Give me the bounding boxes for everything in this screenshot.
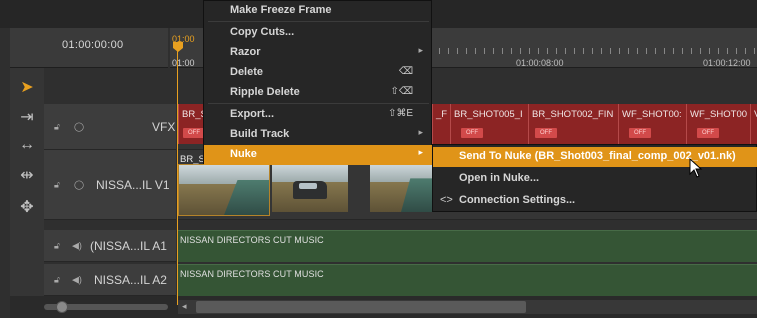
menu-item-label: Copy Cuts... bbox=[230, 26, 295, 38]
status-badge: OFF bbox=[629, 128, 651, 138]
shortcut-label: ⌫ bbox=[398, 66, 413, 77]
app-window: 01:00:00:00 01:00:08:00 01:00:12:00 01:0… bbox=[0, 0, 757, 318]
speaker-icon[interactable]: ◀) bbox=[72, 274, 82, 285]
playhead-time-lower: 01:00 bbox=[172, 58, 195, 68]
menu-item-build-track[interactable]: Build Track ▸ bbox=[204, 125, 433, 145]
context-menu: Make Freeze Frame Copy Cuts... Razor ▸ D… bbox=[203, 0, 433, 165]
vfx-clip[interactable]: WF_SHOT00 OFF bbox=[686, 104, 750, 144]
submenu-item-label: Connection Settings... bbox=[459, 194, 576, 206]
clip-label: BR_S bbox=[182, 109, 204, 120]
lock-icon[interactable]: 🔓︎ bbox=[54, 274, 60, 285]
clip-label: BR_SHOT005_I bbox=[454, 109, 523, 120]
selection-tool-icon[interactable]: ➤ bbox=[16, 76, 38, 98]
vfx-clip[interactable]: BR_SHOT002_FIN OFF bbox=[528, 104, 618, 144]
menu-item-nuke[interactable]: Nuke ▸ bbox=[204, 145, 433, 165]
menu-separator bbox=[208, 21, 429, 22]
submenu-item-connection-settings[interactable]: <> Connection Settings... bbox=[433, 191, 757, 211]
submenu-item-label: Open in Nuke... bbox=[459, 172, 540, 184]
video-thumbnail[interactable] bbox=[178, 164, 270, 216]
mouse-cursor-icon bbox=[689, 158, 703, 178]
menu-item-copy-cuts[interactable]: Copy Cuts... bbox=[204, 23, 433, 43]
audio-clip-label: NISSAN DIRECTORS CUT MUSIC bbox=[180, 269, 324, 279]
shortcut-label: ⇧⌘E bbox=[387, 108, 413, 119]
track-select-tool-icon[interactable]: ⇥ bbox=[16, 106, 38, 128]
vfx-clip[interactable]: _F bbox=[432, 104, 450, 144]
slip-tool-icon[interactable]: ✥ bbox=[16, 196, 38, 218]
menu-item-label: Ripple Delete bbox=[230, 86, 300, 98]
eye-icon[interactable]: ◯ bbox=[74, 121, 84, 132]
timecode-display[interactable]: 01:00:00:00 bbox=[62, 39, 123, 51]
vfx-clip[interactable]: V bbox=[750, 104, 757, 144]
video-thumbnail[interactable] bbox=[370, 164, 432, 212]
menu-item-label: Razor bbox=[230, 46, 261, 58]
clip-label: _F bbox=[436, 109, 448, 120]
track-header-a2[interactable]: 🔓︎ ◀) NISSA...IL A2 bbox=[44, 264, 176, 296]
eye-icon[interactable]: ◯ bbox=[74, 179, 84, 190]
nuke-submenu: Send To Nuke (BR_Shot003_final_comp_002_… bbox=[432, 144, 757, 212]
clip-label: BR_S bbox=[180, 154, 205, 165]
status-badge: OFF bbox=[461, 128, 483, 138]
track-name-v1: NISSA...IL V1 bbox=[96, 177, 170, 192]
razor-tool-icon[interactable]: ⇹ bbox=[16, 164, 38, 186]
shortcut-label: ⇧⌫ bbox=[390, 86, 413, 97]
audio-clip-label: NISSAN DIRECTORS CUT MUSIC bbox=[180, 235, 324, 245]
status-badge: OFF bbox=[535, 128, 557, 138]
playhead-line bbox=[177, 50, 178, 305]
track-name-a1: (NISSA...IL A1 bbox=[90, 238, 167, 253]
speaker-icon[interactable]: ◀) bbox=[72, 240, 82, 251]
status-badge: OFF bbox=[183, 128, 204, 138]
lock-icon[interactable]: 🔓︎ bbox=[54, 179, 60, 190]
submenu-item-open-in-nuke[interactable]: Open in Nuke... bbox=[433, 169, 757, 189]
menu-item-label: Make Freeze Frame bbox=[230, 4, 332, 16]
menu-item-delete[interactable]: Delete ⌫ bbox=[204, 63, 433, 83]
menu-item-label: Nuke bbox=[230, 148, 257, 160]
menu-item-label: Delete bbox=[230, 66, 264, 78]
submenu-arrow-icon: ▸ bbox=[418, 45, 423, 55]
video-thumbnail[interactable] bbox=[272, 164, 348, 212]
menu-item-ripple-delete[interactable]: Ripple Delete ⇧⌫ bbox=[204, 83, 433, 103]
track-name-a2: NISSA...IL A2 bbox=[94, 272, 167, 287]
code-brackets-icon: <> bbox=[440, 194, 453, 206]
menu-item-export[interactable]: Export... ⇧⌘E bbox=[204, 105, 433, 125]
track-header-vfx[interactable]: 🔓︎ ◯ VFX bbox=[44, 104, 176, 150]
submenu-arrow-icon: ▸ bbox=[418, 127, 423, 137]
ruler-ticks bbox=[430, 48, 757, 54]
vfx-clip[interactable]: BR_SHOT005_I OFF bbox=[450, 104, 528, 144]
menu-item-razor[interactable]: Razor ▸ bbox=[204, 43, 433, 63]
lock-icon[interactable]: 🔓︎ bbox=[54, 121, 60, 132]
status-badge: OFF bbox=[697, 128, 719, 138]
menu-item-label: Export... bbox=[230, 108, 275, 120]
clip-label: WF_SHOT00 bbox=[690, 109, 748, 120]
menu-separator bbox=[208, 103, 429, 104]
clip-label: WF_SHOT00: bbox=[622, 109, 682, 120]
menu-item-make-freeze-frame[interactable]: Make Freeze Frame bbox=[204, 1, 433, 21]
submenu-item-send-to-nuke[interactable]: Send To Nuke (BR_Shot003_final_comp_002_… bbox=[433, 147, 757, 167]
track-header-a1[interactable]: 🔓︎ ◀) (NISSA...IL A1 bbox=[44, 230, 176, 262]
zoom-slider-knob[interactable] bbox=[56, 301, 68, 313]
ruler-label-8s: 01:00:08:00 bbox=[516, 58, 564, 68]
submenu-arrow-icon: ▸ bbox=[418, 147, 423, 157]
scrollbar-thumb[interactable] bbox=[196, 301, 526, 313]
scroll-left-icon[interactable]: ◂ bbox=[182, 301, 187, 312]
ripple-edit-tool-icon[interactable]: ↔ bbox=[16, 134, 38, 156]
track-header-v1[interactable]: 🔓︎ ◯ NISSA...IL V1 bbox=[44, 150, 176, 220]
vfx-clip[interactable]: WF_SHOT00: OFF bbox=[618, 104, 686, 144]
vfx-clip[interactable]: BR_S OFF bbox=[178, 104, 204, 144]
track-name-vfx: VFX bbox=[152, 119, 176, 134]
lock-icon[interactable]: 🔓︎ bbox=[54, 240, 60, 251]
ruler-label-12s: 01:00:12:00 bbox=[703, 58, 751, 68]
thumbnail-car bbox=[293, 181, 327, 199]
clip-label: BR_SHOT002_FIN bbox=[532, 109, 614, 120]
menu-item-label: Build Track bbox=[230, 128, 290, 140]
